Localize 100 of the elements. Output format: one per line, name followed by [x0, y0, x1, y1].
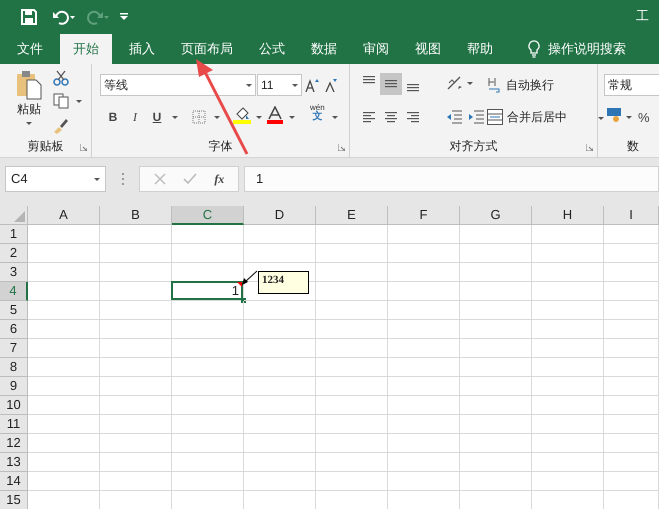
table-cell[interactable] — [172, 339, 244, 358]
dialog-launcher-icon[interactable] — [586, 144, 593, 151]
grow-font-icon[interactable] — [305, 78, 319, 92]
table-cell[interactable] — [532, 320, 604, 339]
table-cell[interactable] — [388, 244, 460, 263]
row-header[interactable]: 4 — [0, 282, 28, 301]
phonetic-label[interactable]: wén — [310, 104, 325, 112]
table-cell[interactable] — [100, 472, 172, 491]
currency-icon[interactable] — [606, 107, 622, 123]
caret-icon[interactable] — [289, 116, 295, 119]
table-cell[interactable] — [316, 320, 388, 339]
table-cell[interactable] — [604, 301, 659, 320]
row-header[interactable]: 13 — [0, 453, 28, 472]
table-cell[interactable] — [244, 453, 316, 472]
row-header[interactable]: 6 — [0, 320, 28, 339]
table-cell[interactable] — [460, 415, 532, 434]
table-cell[interactable] — [316, 358, 388, 377]
table-cell[interactable] — [532, 358, 604, 377]
decrease-indent-icon[interactable] — [446, 110, 462, 124]
align-right-icon[interactable] — [406, 109, 420, 125]
table-cell[interactable] — [316, 339, 388, 358]
table-cell[interactable] — [604, 244, 659, 263]
table-cell[interactable] — [28, 339, 100, 358]
select-all-icon[interactable] — [14, 211, 25, 222]
ribbon-tab[interactable]: 审阅 — [354, 34, 398, 64]
table-cell[interactable] — [388, 320, 460, 339]
font-color-icon[interactable] — [267, 106, 283, 124]
column-header[interactable]: I — [604, 206, 659, 225]
phonetic-label[interactable]: 文 — [312, 112, 322, 122]
active-cell[interactable]: 1 — [171, 281, 243, 300]
table-cell[interactable] — [28, 244, 100, 263]
table-cell[interactable] — [316, 472, 388, 491]
table-cell[interactable] — [244, 225, 316, 244]
font-name-field[interactable]: 等线 — [100, 74, 256, 96]
table-cell[interactable] — [388, 301, 460, 320]
column-header[interactable]: E — [316, 206, 388, 225]
ribbon-tab[interactable]: 公式 — [250, 34, 294, 64]
row-header[interactable]: 8 — [0, 358, 28, 377]
table-cell[interactable] — [388, 377, 460, 396]
table-cell[interactable] — [28, 263, 100, 282]
table-cell[interactable] — [172, 301, 244, 320]
table-cell[interactable] — [316, 244, 388, 263]
table-cell[interactable] — [604, 453, 659, 472]
check-icon[interactable] — [182, 173, 197, 185]
table-cell[interactable] — [172, 434, 244, 453]
table-cell[interactable] — [460, 377, 532, 396]
column-header[interactable]: A — [28, 206, 100, 225]
table-cell[interactable] — [532, 453, 604, 472]
table-cell[interactable] — [532, 263, 604, 282]
table-cell[interactable] — [316, 453, 388, 472]
table-cell[interactable] — [460, 472, 532, 491]
merge-center-button[interactable]: 合并后居中 — [487, 106, 567, 128]
undo-icon[interactable] — [52, 8, 76, 24]
borders-icon[interactable] — [192, 110, 206, 124]
table-cell[interactable] — [388, 434, 460, 453]
table-cell[interactable] — [100, 225, 172, 244]
insert-function-button[interactable]: fx — [214, 170, 224, 188]
table-cell[interactable] — [100, 301, 172, 320]
row-header[interactable]: 3 — [0, 263, 28, 282]
search-link[interactable]: 操作说明搜索 — [548, 39, 626, 59]
table-cell[interactable] — [28, 453, 100, 472]
table-cell[interactable] — [460, 282, 532, 301]
table-cell[interactable] — [172, 377, 244, 396]
table-cell[interactable] — [604, 434, 659, 453]
caret-icon[interactable] — [172, 116, 178, 119]
caret-icon[interactable] — [332, 116, 338, 119]
cancel-icon[interactable] — [154, 173, 166, 185]
table-cell[interactable] — [172, 472, 244, 491]
table-cell[interactable] — [388, 263, 460, 282]
table-cell[interactable] — [28, 396, 100, 415]
table-cell[interactable] — [460, 434, 532, 453]
table-cell[interactable] — [244, 301, 316, 320]
percent-button[interactable]: % — [638, 108, 650, 128]
row-header[interactable]: 2 — [0, 244, 28, 263]
column-header[interactable]: B — [100, 206, 172, 225]
dialog-launcher-icon[interactable] — [80, 144, 87, 151]
table-cell[interactable] — [28, 472, 100, 491]
italic-button[interactable]: I — [126, 107, 144, 127]
table-cell[interactable] — [604, 358, 659, 377]
table-cell[interactable] — [28, 225, 100, 244]
customize-icon[interactable] — [120, 13, 128, 20]
table-cell[interactable] — [316, 263, 388, 282]
table-cell[interactable] — [100, 434, 172, 453]
row-header[interactable]: 7 — [0, 339, 28, 358]
table-cell[interactable] — [244, 415, 316, 434]
table-cell[interactable] — [172, 358, 244, 377]
middle-align-button[interactable] — [380, 73, 402, 95]
table-cell[interactable] — [532, 472, 604, 491]
ribbon-tab[interactable]: 文件 — [8, 34, 52, 64]
number-format-field[interactable]: 常规 — [604, 74, 659, 96]
name-box[interactable]: C4 — [5, 166, 106, 192]
table-cell[interactable] — [604, 415, 659, 434]
orientation-icon[interactable] — [446, 75, 464, 91]
row-header[interactable]: 11 — [0, 415, 28, 434]
table-cell[interactable] — [244, 434, 316, 453]
table-cell[interactable] — [460, 320, 532, 339]
table-cell[interactable] — [316, 282, 388, 301]
table-cell[interactable] — [244, 320, 316, 339]
caret-icon[interactable] — [467, 82, 473, 85]
table-cell[interactable] — [100, 377, 172, 396]
